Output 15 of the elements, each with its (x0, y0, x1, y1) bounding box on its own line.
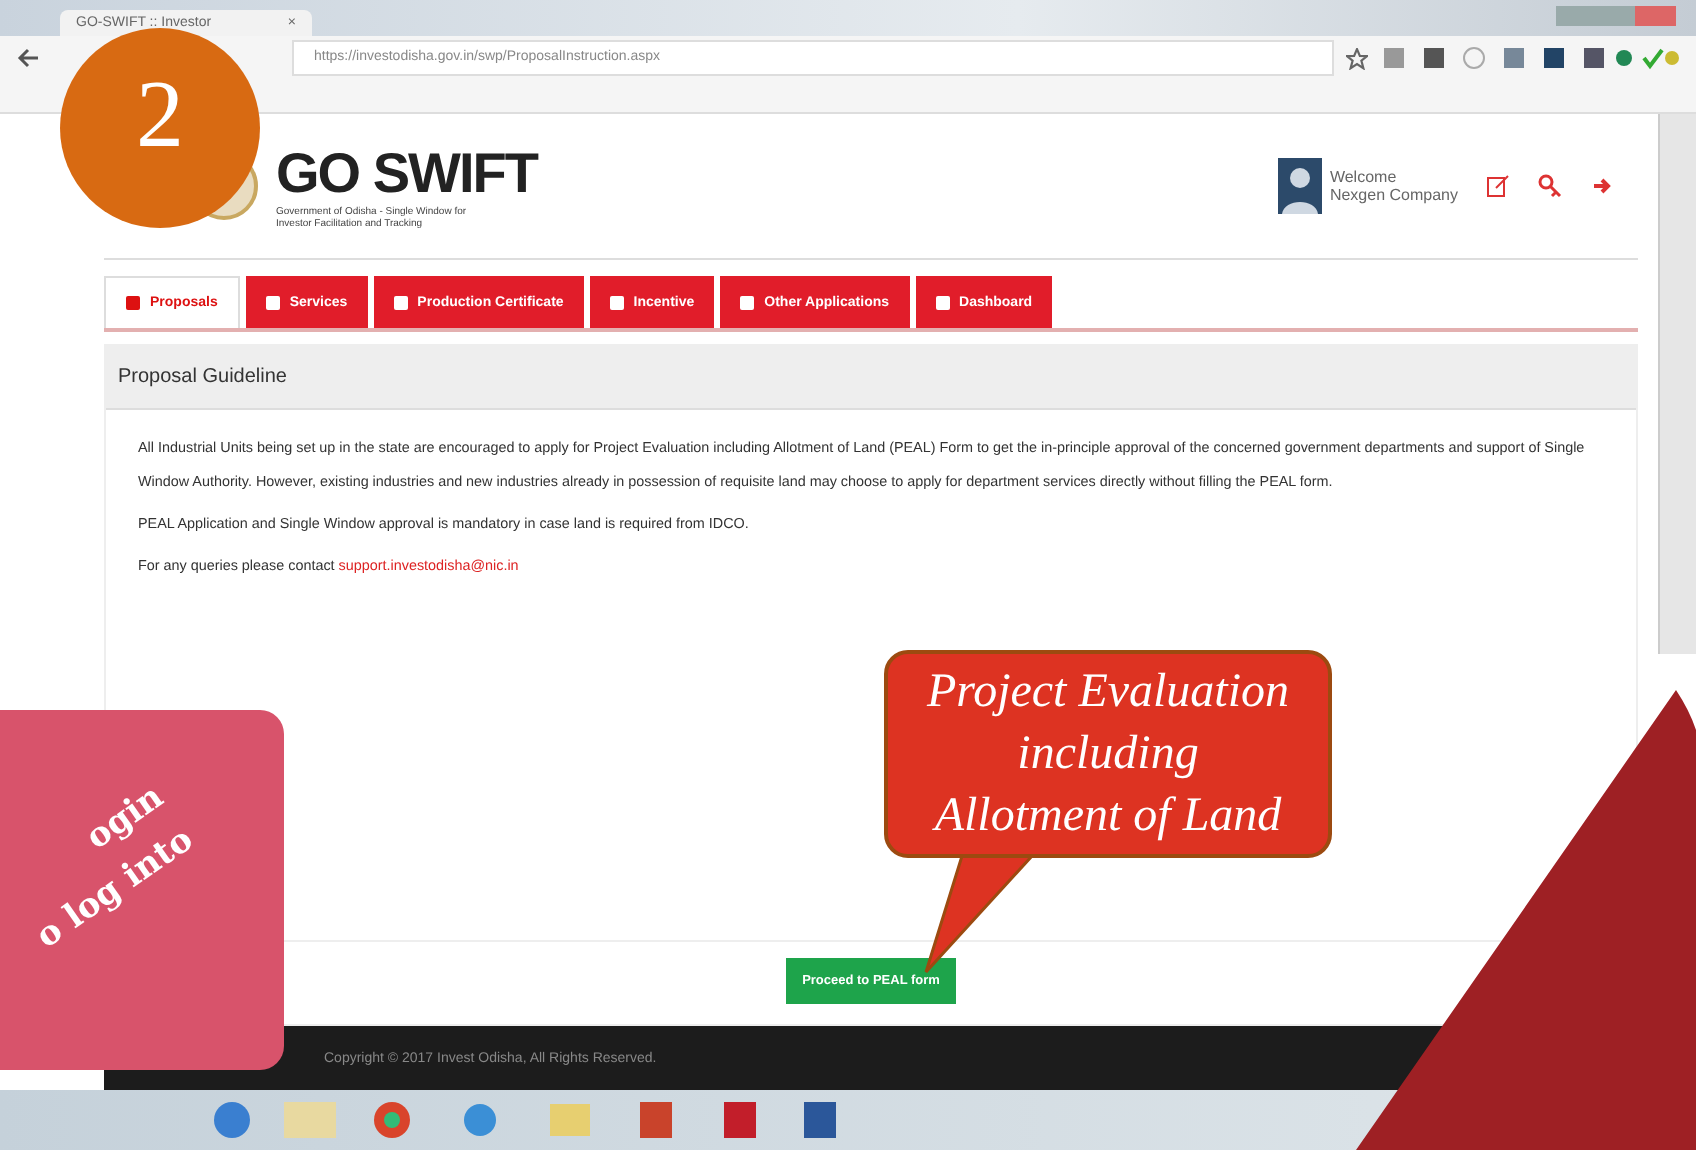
key-icon[interactable] (1538, 174, 1562, 198)
scrollbar[interactable] (1658, 114, 1696, 654)
company-name: Nexgen Company (1329, 186, 1458, 204)
welcome-label: Welcome (1329, 168, 1399, 186)
bubble-text: including (1015, 726, 1201, 784)
user-avatar-icon (1277, 158, 1322, 214)
back-icon[interactable] (16, 46, 40, 70)
logo-text: GO SWIFT (276, 142, 537, 206)
bubble-text: Project Evaluation (924, 664, 1292, 722)
star-icon[interactable] (1346, 47, 1368, 69)
edit-icon[interactable] (1486, 174, 1510, 198)
logout-icon[interactable] (1590, 174, 1614, 198)
bubble-text: Allotment of Land (930, 788, 1284, 846)
panel-title: Proposal Guideline (106, 346, 1636, 410)
extensions-icon[interactable] (1380, 46, 1680, 70)
